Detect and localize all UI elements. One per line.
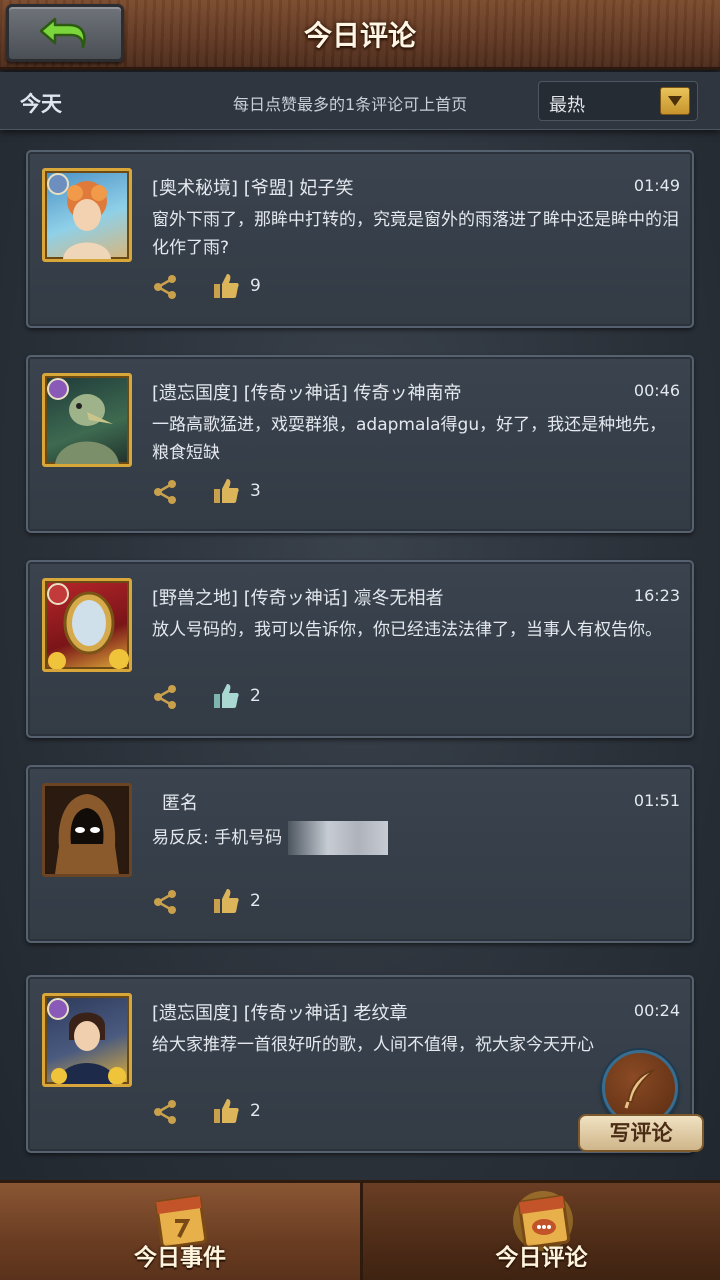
dropdown-arrow-icon[interactable]: [660, 87, 690, 115]
comment-card: [奥术秘境] [爷盟] 妃子笑 01:49 窗外下雨了，那眸中打转的，究竟是窗外…: [26, 150, 694, 328]
avatar[interactable]: [42, 783, 132, 877]
like-count: 3: [250, 481, 261, 501]
comment-text-content: 易反反: 手机号码: [152, 828, 283, 848]
avatar[interactable]: [42, 578, 132, 672]
thumbs-up-icon[interactable]: [212, 272, 240, 300]
like-count: 2: [250, 1101, 261, 1121]
redacted-block: [288, 821, 389, 855]
write-comment-label[interactable]: 写评论: [578, 1114, 704, 1152]
tab-today-events[interactable]: 今日事件: [0, 1180, 360, 1280]
faction-badge-icon: [47, 378, 69, 400]
avatar[interactable]: [42, 993, 132, 1087]
like-count: 2: [250, 891, 261, 911]
comment-time: 00:46: [633, 381, 680, 400]
anonymous-hood-icon: [55, 794, 119, 874]
comment-author: [遗忘国度] [传奇ッ神话] 老纹章: [152, 1003, 408, 1024]
faction-badge-icon: [47, 173, 69, 195]
thumbs-up-icon[interactable]: [212, 887, 240, 915]
share-icon[interactable]: [152, 1099, 178, 1125]
comment-text: 易反反: 手机号码: [152, 821, 682, 855]
comment-text: 一路高歌猛进，戏耍群狼，adapmala得gu，好了，我还是种地先，粮食短缺: [152, 415, 667, 463]
hint-text: 每日点赞最多的1条评论可上首页: [233, 95, 468, 114]
tab-label: 今日事件: [134, 1245, 226, 1271]
faction-badge-icon: [47, 583, 69, 605]
comment-author: [野兽之地] [传奇ッ神话] 凛冬无相者: [152, 588, 444, 609]
comment-time: 00:24: [633, 1001, 680, 1020]
share-icon[interactable]: [152, 889, 178, 915]
write-comment-button[interactable]: 写评论: [578, 1050, 704, 1156]
comment-card: [遗忘国度] [传奇ッ神话] 传奇ッ神南帝 00:46 一路高歌猛进，戏耍群狼，…: [26, 355, 694, 533]
comment-text: 放人号码的，我可以告诉你，你已经违法法律了，当事人有权告你。: [152, 620, 662, 640]
comment-feed[interactable]: [奥术秘境] [爷盟] 妃子笑 01:49 窗外下雨了，那眸中打转的，究竟是窗外…: [0, 150, 720, 1170]
share-icon[interactable]: [152, 274, 178, 300]
share-icon[interactable]: [152, 479, 178, 505]
thumbs-up-icon-liked[interactable]: [212, 682, 240, 710]
faction-badge-icon: [47, 998, 69, 1020]
sort-dropdown[interactable]: 最热: [538, 81, 698, 121]
comment-author: 匿名: [162, 793, 198, 814]
filter-bar: 今天 每日点赞最多的1条评论可上首页 最热: [0, 72, 720, 130]
comment-author: [遗忘国度] [传奇ッ神话] 传奇ッ神南帝: [152, 383, 462, 404]
comment-text: 窗外下雨了，那眸中打转的，究竟是窗外的雨落进了眸中还是眸中的泪化作了雨?: [152, 210, 679, 258]
comment-author: [奥术秘境] [爷盟] 妃子笑: [152, 178, 354, 199]
like-count: 9: [250, 276, 261, 296]
comment-time: 01:51: [633, 791, 680, 810]
comment-card: [野兽之地] [传奇ッ神话] 凛冬无相者 16:23 放人号码的，我可以告诉你，…: [26, 560, 694, 738]
tab-today-comments[interactable]: 今日评论: [360, 1180, 720, 1280]
avatar[interactable]: [42, 168, 132, 262]
sort-selected-value: 最热: [549, 95, 585, 116]
comment-time: 16:23: [633, 586, 680, 605]
top-header: 今日评论: [0, 0, 720, 70]
today-label: 今天: [20, 92, 62, 116]
comment-card: 匿名 01:51 易反反: 手机号码 2: [26, 765, 694, 943]
thumbs-up-icon[interactable]: [212, 477, 240, 505]
share-icon[interactable]: [152, 684, 178, 710]
avatar[interactable]: [42, 373, 132, 467]
like-count: 2: [250, 686, 261, 706]
thumbs-up-icon[interactable]: [212, 1097, 240, 1125]
tab-label: 今日评论: [495, 1245, 588, 1271]
bottom-tab-bar: 今日事件 今日评论: [0, 1180, 720, 1280]
page-title: 今日评论: [303, 19, 416, 52]
comment-time: 01:49: [633, 176, 680, 195]
